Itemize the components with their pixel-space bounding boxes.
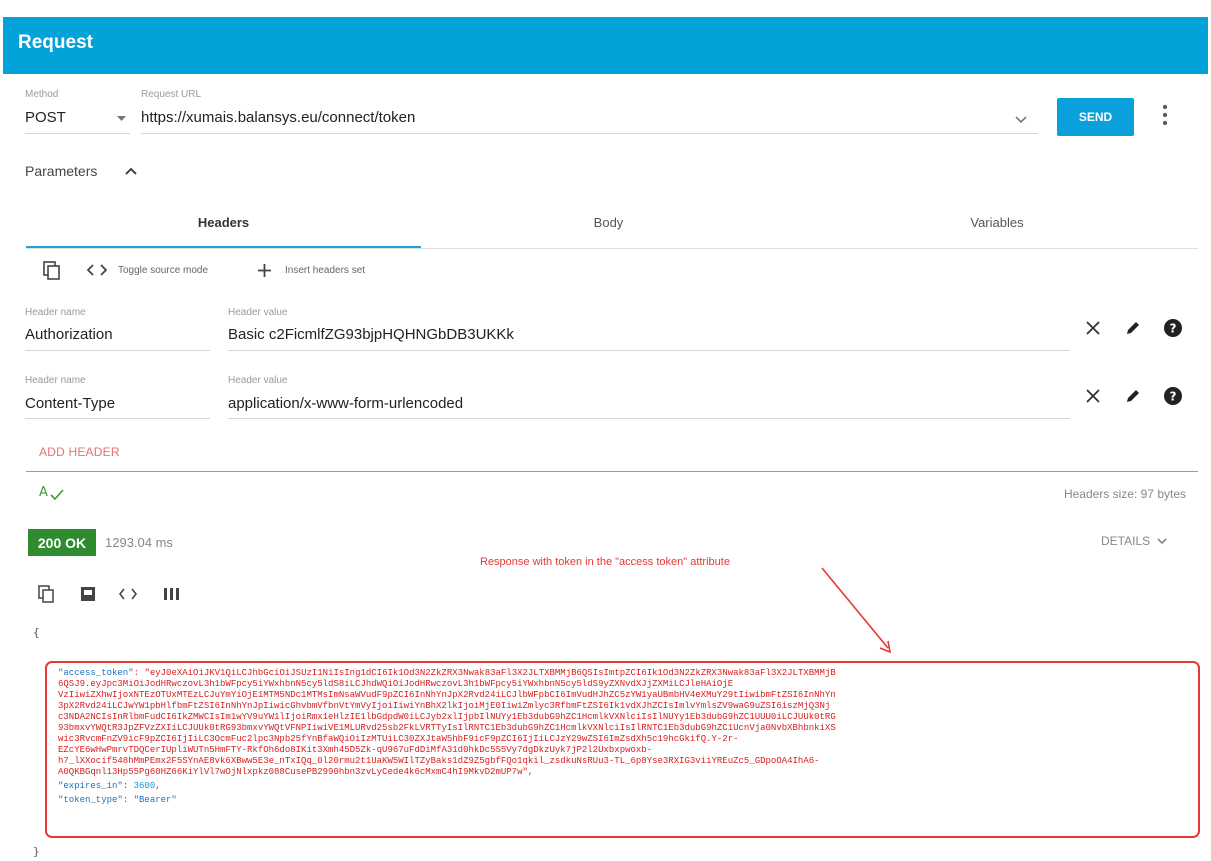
method-select[interactable]: POST (25, 109, 66, 126)
add-header-button[interactable]: ADD HEADER (39, 445, 120, 459)
page-title: Request (18, 32, 93, 53)
tab-headers[interactable]: Headers (26, 215, 421, 230)
insert-headers-set-button[interactable]: Insert headers set (285, 265, 365, 276)
header-name-input[interactable]: Authorization (25, 326, 113, 343)
remove-header-icon[interactable] (1082, 317, 1104, 339)
header-value-underline (228, 418, 1070, 419)
svg-text:?: ? (1170, 322, 1177, 336)
header-name-underline (25, 418, 210, 419)
header-value-input[interactable]: Basic c2FicmlfZG93bjpHQHNGbDB3UKKk (228, 326, 514, 343)
header-name-underline (25, 350, 210, 351)
json-token-line: h7_lXXocif548hMmPEmx2F5SYnAE8vk6XBww5E3e… (58, 756, 820, 766)
method-label: Method (25, 89, 59, 100)
save-icon[interactable] (80, 586, 96, 602)
chevron-down-icon (1157, 538, 1168, 545)
json-line: "token_type": "Bearer" (58, 795, 177, 805)
response-time: 1293.04 ms (105, 535, 173, 550)
json-value-expires-in: 3600 (133, 781, 156, 791)
app-bar: Request (3, 17, 1208, 74)
chevron-up-icon[interactable] (125, 166, 137, 176)
header-value-input[interactable]: application/x-www-form-urlencoded (228, 395, 463, 412)
code-icon[interactable] (119, 588, 137, 600)
json-key-expires-in: "expires_in" (58, 781, 123, 791)
response-json[interactable]: "access_token": "eyJ0eXAiOiJKV1QiLCJhbGc… (58, 668, 1198, 806)
header-name-label: Header name (25, 307, 86, 318)
header-value-underline (228, 350, 1070, 351)
header-name-input[interactable]: Content-Type (25, 395, 115, 412)
help-icon[interactable]: ? (1162, 385, 1184, 407)
json-token-line: "eyJ0eXAiOiJKV1QiLCJhbGciOiJSUzI1NiIsIng… (144, 668, 836, 678)
json-token-line: c3NDA2NCIsInRlbmFudCI6IkZMWCIsIm1wYV9uYW… (58, 712, 836, 722)
help-icon[interactable]: ? (1162, 317, 1184, 339)
top-margin (0, 0, 1211, 17)
json-token-line: A0QKBGqnl13Hp55Pg60HZ66KiYlVl7wOjNlxpkz0… (58, 767, 534, 777)
json-token-line: VzIiwiZXhwIjoxNTEzOTUxMTEzLCJuYmYiOjE1MT… (58, 690, 836, 700)
svg-text:A: A (39, 485, 48, 500)
header-name-label: Header name (25, 375, 86, 386)
columns-icon[interactable] (164, 588, 179, 600)
json-open-brace: { (33, 626, 40, 639)
parameters-toggle-label[interactable]: Parameters (25, 163, 97, 179)
details-label: DETAILS (1101, 534, 1151, 548)
headers-size: Headers size: 97 bytes (1063, 487, 1186, 501)
spellcheck-icon[interactable]: A (39, 484, 65, 502)
toggle-source-mode-button[interactable]: Toggle source mode (118, 265, 208, 276)
method-dropdown-icon[interactable] (117, 116, 126, 122)
url-history-chevron-icon[interactable] (1015, 116, 1027, 124)
annotation-text: Response with token in the "access token… (480, 556, 730, 568)
json-value-token-type: "Bearer" (133, 795, 177, 805)
status-badge: 200 OK (28, 529, 96, 556)
annotation-arrow (821, 567, 892, 654)
url-underline (141, 133, 1038, 134)
remove-header-icon[interactable] (1082, 385, 1104, 407)
json-key-token-type: "token_type" (58, 795, 123, 805)
url-label: Request URL (141, 89, 202, 100)
json-token-line: wic3RvcmFnZV9icF9pZCI6IjIiLC3OcmFuc2lpc3… (58, 734, 739, 744)
copy-icon[interactable] (43, 261, 60, 280)
header-value-label: Header value (228, 375, 288, 386)
json-token-line: 93bmxvYWQtR3JpZFVzZXIiLCJUUk0tRG93bmxvYW… (58, 723, 836, 733)
details-toggle[interactable]: DETAILS (1101, 534, 1168, 548)
tab-variables[interactable]: Variables (796, 215, 1198, 230)
json-close-brace: } (33, 845, 40, 858)
json-token-line: 3pX2Rvd24iLCJwYW1pbHlfbmFtZSI6InNhYnJpIi… (58, 701, 831, 711)
section-divider (26, 471, 1198, 472)
json-line: "access_token": "eyJ0eXAiOiJKV1QiLCJhbGc… (58, 668, 836, 678)
url-input[interactable]: https://xumais.balansys.eu/connect/token (141, 109, 415, 126)
code-icon[interactable] (87, 263, 107, 277)
tab-divider (26, 248, 1198, 249)
json-token-line: EZcYE6wHwPmrvTDQCerIUpliWUTn5HmFTY-RkfOh… (58, 745, 653, 755)
plus-icon[interactable] (258, 264, 271, 277)
edit-header-icon[interactable] (1122, 385, 1144, 407)
header-value-label: Header value (228, 307, 288, 318)
copy-response-icon[interactable] (38, 585, 54, 603)
tab-body[interactable]: Body (421, 215, 796, 230)
edit-header-icon[interactable] (1122, 317, 1144, 339)
method-underline (25, 133, 130, 134)
more-options-icon[interactable] (1158, 100, 1172, 130)
json-key-access-token: "access_token" (58, 668, 134, 678)
json-line: "expires_in": 3600, (58, 781, 161, 791)
json-token-line: 6QSJ9.eyJpc3MiOiJodHRwczovL3h1bWFpcy5iYW… (58, 679, 734, 689)
send-button[interactable]: SEND (1057, 98, 1134, 136)
svg-text:?: ? (1170, 390, 1177, 404)
